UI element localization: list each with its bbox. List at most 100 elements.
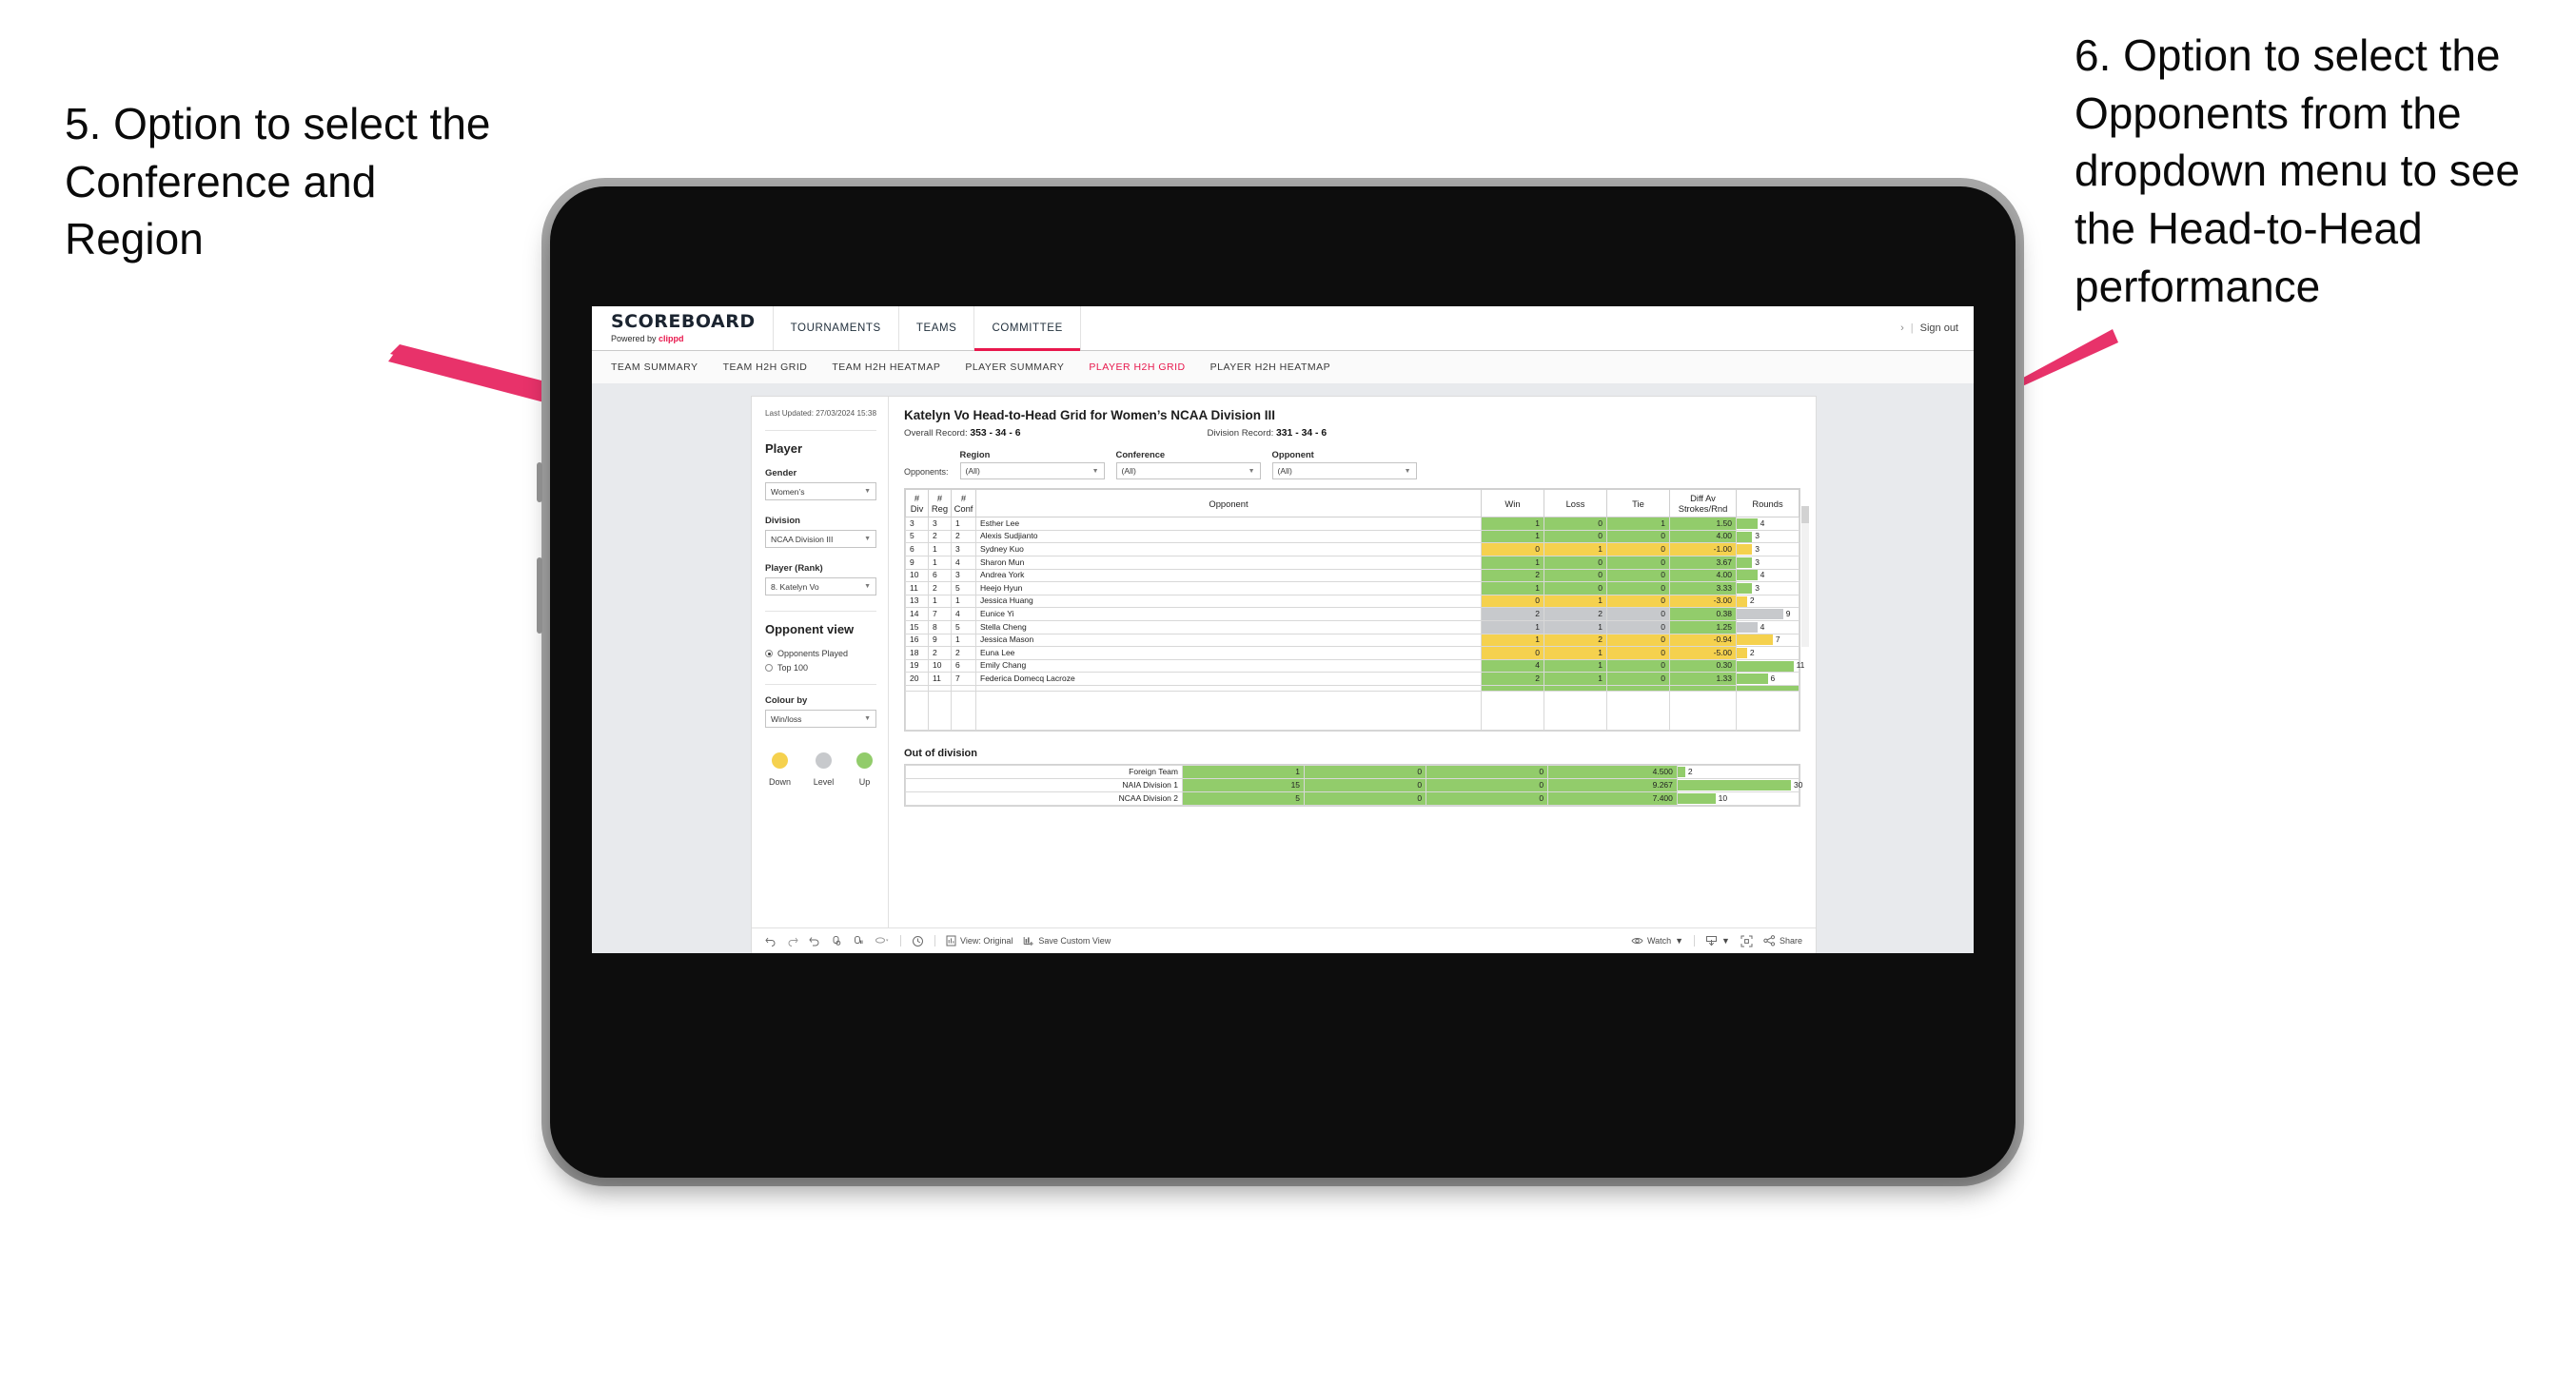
filter-sidebar: Last Updated: 27/03/2024 15:38 Player Ge…: [752, 397, 889, 927]
colour-by-select[interactable]: Win/loss ▼: [765, 710, 876, 729]
table-row[interactable]: 6 1 3 Sydney Kuo 0 1 0 -1.00 3: [905, 542, 1799, 556]
dashboard-sheet: Last Updated: 27/03/2024 15:38 Player Ge…: [752, 397, 1816, 953]
h2h-header-cell-7[interactable]: Diff Av Strokes/Rnd: [1669, 488, 1737, 518]
legend-level: Level: [814, 752, 834, 787]
table-row[interactable]: 3 3 1 Esther Lee 1 0 1 1.50 4: [905, 517, 1799, 531]
division-record-label: Division Record:: [1207, 428, 1274, 439]
grid-scrollbar-thumb[interactable]: [1801, 506, 1809, 523]
overall-record-label: Overall Record:: [904, 428, 968, 439]
chevron-down-icon: ▼: [864, 715, 871, 723]
table-row[interactable]: 16 9 1 Jessica Mason 1 2 0 -0.94 7: [905, 633, 1799, 648]
h2h-header-cell-8[interactable]: Rounds: [1736, 488, 1799, 518]
sub-nav-item-team-h2h-heatmap[interactable]: TEAM H2H HEATMAP: [832, 361, 940, 373]
h2h-header-cell-3[interactable]: Opponent: [975, 488, 1482, 518]
division-record-value: 331 - 34 - 6: [1276, 428, 1327, 439]
list-item[interactable]: NAIA Division 1 15 0 0 9.267 30: [905, 777, 1803, 792]
table-row[interactable]: 14 7 4 Eunice Yi 2 2 0 0.38 9: [905, 607, 1799, 621]
table-row[interactable]: 15 8 5 Stella Cheng 1 1 0 1.25 4: [905, 619, 1799, 634]
out-of-division-name: Foreign Team: [905, 764, 1183, 779]
gender-select[interactable]: Women’s ▼: [765, 482, 876, 501]
save-custom-view-button[interactable]: Save Custom View: [1023, 935, 1111, 947]
radio-opponents-played[interactable]: Opponents Played: [765, 649, 876, 658]
sheet-body: Last Updated: 27/03/2024 15:38 Player Ge…: [752, 397, 1816, 927]
opponent-value: (All): [1277, 466, 1292, 476]
radio-on-icon: [765, 650, 773, 658]
table-row[interactable]: 9 1 4 Sharon Mun 1 0 0 3.67 3: [905, 555, 1799, 570]
table-row[interactable]: 10 6 3 Andrea York 2 0 0 4.00 4: [905, 568, 1799, 583]
h2h-header-cell-2[interactable]: # Conf: [951, 488, 976, 518]
chevron-down-icon: ▼: [1721, 936, 1730, 946]
sign-out-button[interactable]: Sign out: [1920, 322, 1958, 334]
redo-button[interactable]: [787, 935, 798, 947]
table-row[interactable]: 18 2 2 Euna Lee 0 1 0 -5.00 2: [905, 646, 1799, 660]
legend-down: Down: [769, 752, 791, 787]
view-original-label: View: Original: [960, 936, 1013, 946]
legend-dot-down: [772, 752, 788, 770]
pause-updates-button[interactable]: [853, 935, 864, 947]
sub-nav-item-team-h2h-grid[interactable]: TEAM H2H GRID: [723, 361, 808, 373]
rounds-bar-cell: 2: [1676, 764, 1800, 779]
rounds-bar-cell: 4: [1736, 619, 1799, 634]
gender-label: Gender: [765, 468, 797, 479]
radio-top-100[interactable]: Top 100: [765, 663, 876, 673]
loop-button[interactable]: [875, 935, 890, 947]
sub-nav-item-player-h2h-grid[interactable]: PLAYER H2H GRID: [1089, 361, 1185, 373]
workspace: Last Updated: 27/03/2024 15:38 Player Ge…: [592, 383, 1974, 953]
grid-scrollbar[interactable]: [1801, 506, 1809, 647]
opponent-name: Jessica Mason: [975, 633, 1482, 648]
sub-nav-item-team-summary[interactable]: TEAM SUMMARY: [611, 361, 698, 373]
h2h-header-cell-5[interactable]: Loss: [1544, 488, 1607, 518]
top-nav-item-tournaments[interactable]: TOURNAMENTS: [774, 306, 899, 350]
view-original-button[interactable]: View: Original: [946, 935, 1013, 947]
top-nav-item-committee[interactable]: COMMITTEE: [974, 306, 1081, 351]
table-row[interactable]: 13 1 1 Jessica Huang 0 1 0 -3.00 2: [905, 594, 1799, 609]
chevron-down-icon: ▼: [1404, 467, 1411, 475]
rounds-bar-cell: 30: [1676, 777, 1803, 792]
table-row[interactable]: 5 2 2 Alexis Sudjianto 1 0 0 4.00 3: [905, 529, 1799, 544]
h2h-header-cell-1[interactable]: # Reg: [928, 488, 952, 518]
brand-logo[interactable]: SCOREBOARD Powered by clippd: [592, 306, 774, 350]
table-row[interactable]: 19 10 6 Emily Chang 4 1 0 0.30 11: [905, 658, 1804, 673]
h2h-header-cell-6[interactable]: Tie: [1606, 488, 1670, 518]
region-filter: Region (All) ▼: [959, 449, 1105, 479]
table-row[interactable]: 11 2 5 Heejo Hyun 1 0 0 3.33 3: [905, 581, 1799, 595]
chevron-right-icon[interactable]: ›: [1900, 322, 1904, 334]
list-item[interactable]: Foreign Team 1 0 0 4.500 2: [905, 764, 1800, 779]
toolbar-separator-2: [934, 935, 935, 947]
sub-nav-item-player-h2h-heatmap[interactable]: PLAYER H2H HEATMAP: [1210, 361, 1330, 373]
watch-button[interactable]: Watch ▼: [1631, 936, 1683, 946]
sub-nav-item-player-summary[interactable]: PLAYER SUMMARY: [965, 361, 1064, 373]
table-row[interactable]: 20 11 7 Federica Domecq Lacroze 2 1 0 1.33 6: [905, 672, 1799, 686]
opponent-filters: Opponents: Region (All) ▼ Conference (Al…: [904, 449, 1800, 479]
pause-auto-update-button[interactable]: [912, 935, 924, 947]
out-of-division-body: Foreign Team 1 0 0 4.500 2 NAIA Division 1 15 0 0…: [905, 764, 1803, 806]
h2h-header-cell-0[interactable]: # Div: [905, 488, 929, 518]
revert-button[interactable]: [809, 935, 820, 947]
refresh-data-button[interactable]: [831, 935, 842, 947]
top-nav-item-teams[interactable]: TEAMS: [899, 306, 975, 350]
out-of-division-name: NAIA Division 1: [905, 777, 1183, 792]
opponent-select[interactable]: (All) ▼: [1271, 462, 1417, 479]
conference-select[interactable]: (All) ▼: [1115, 462, 1261, 479]
undo-button[interactable]: [765, 935, 777, 947]
fullscreen-button[interactable]: [1740, 935, 1753, 947]
opponent-name: Esther Lee: [975, 517, 1482, 531]
region-select[interactable]: (All) ▼: [959, 462, 1105, 479]
region-value: (All): [965, 466, 980, 476]
h2h-grid: # Div # Reg # Conf Opponent Win Loss Tie Diff Av St…: [904, 488, 1809, 732]
share-button[interactable]: Share: [1763, 935, 1802, 947]
download-button[interactable]: ▼: [1705, 935, 1730, 947]
records-row: Overall Record: 353 - 34 - 6 Division Re…: [904, 428, 1800, 439]
out-of-division-grid: Foreign Team 1 0 0 4.500 2 NAIA Division 1 15 0 0…: [904, 763, 1803, 807]
division-select[interactable]: NCAA Division III ▼: [765, 530, 876, 549]
h2h-header-cell-4[interactable]: Win: [1481, 488, 1544, 518]
chevron-down-icon: ▼: [864, 488, 871, 496]
rounds-bar-cell: 7: [1736, 633, 1799, 648]
brand-name: SCOREBOARD: [611, 311, 756, 332]
legend-up: Up: [856, 752, 873, 787]
sidebar-section-player: Player: [765, 441, 803, 457]
list-item[interactable]: NCAA Division 2 5 0 0 7.400 10: [905, 791, 1800, 806]
rounds-bar-cell: 3: [1736, 581, 1799, 595]
player-rank-select[interactable]: 8. Katelyn Vo ▼: [765, 577, 876, 596]
rounds-bar-cell: 2: [1736, 594, 1799, 609]
